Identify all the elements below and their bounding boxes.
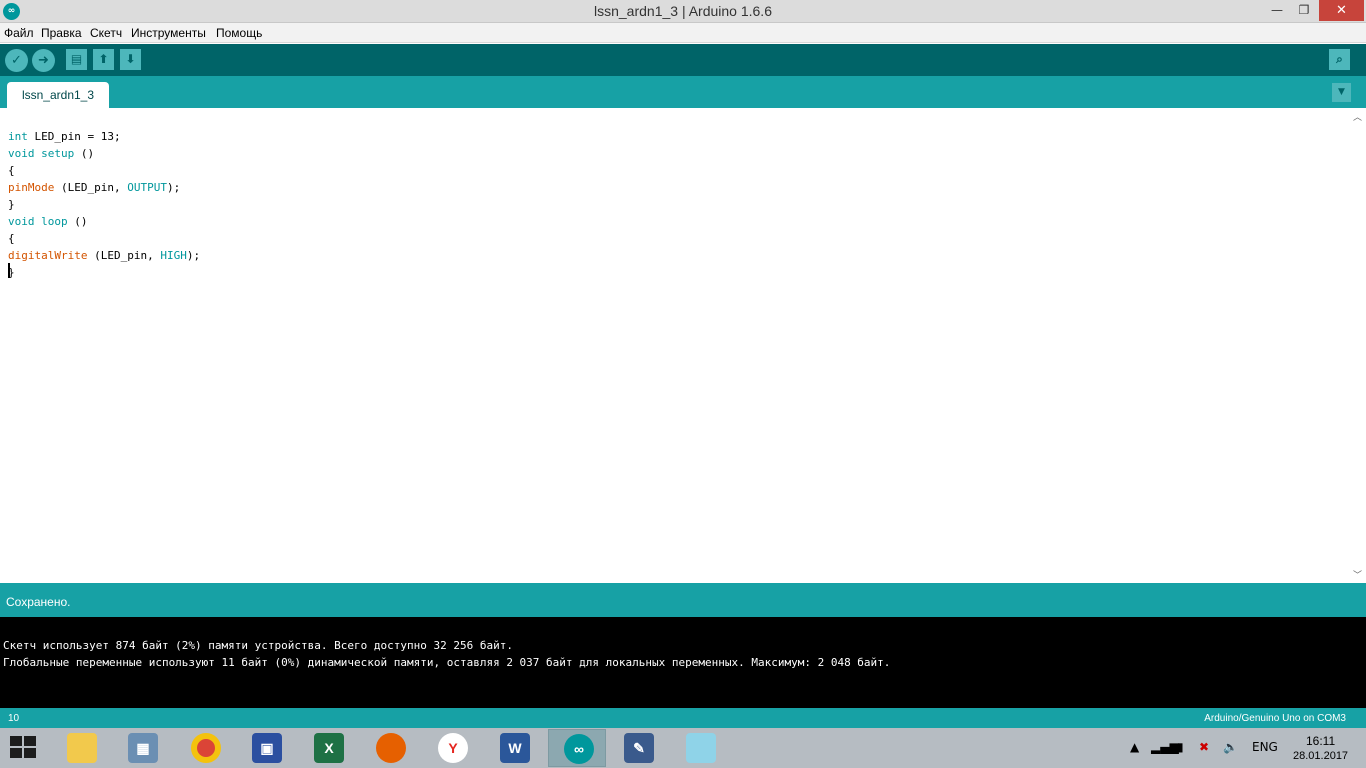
console-output[interactable]: Скетч использует 874 байт (2%) памяти ус… — [0, 617, 1366, 708]
code-line-1: int LED_pin = 13; — [8, 130, 121, 143]
battery-icon[interactable]: ▮ — [1177, 740, 1184, 754]
status-bar: Сохранено. — [0, 583, 1366, 617]
tab-bar: lssn_ardn1_3 ▼ — [0, 76, 1366, 108]
open-icon[interactable]: ⬆ — [93, 49, 114, 70]
board-info: Arduino/Genuino Uno on COM3 — [1204, 713, 1346, 724]
taskbar-firefox[interactable] — [361, 729, 419, 767]
new-icon[interactable]: ▤ — [66, 49, 87, 70]
clock-date[interactable]: 28.01.2017 — [1293, 750, 1348, 762]
menu-sketch[interactable]: Скетч — [90, 26, 122, 40]
taskbar-paint[interactable]: ✎ — [609, 729, 667, 767]
editor-scrollbar[interactable]: ︿ ﹀ — [1349, 108, 1366, 583]
volume-icon[interactable]: 🔈 — [1223, 740, 1238, 754]
window-title: lssn_ardn1_3 | Arduino 1.6.6 — [594, 3, 772, 19]
network-error-icon[interactable]: ✖ — [1199, 740, 1209, 754]
chrome-icon — [191, 733, 221, 763]
code-editor[interactable]: int LED_pin = 13; void setup () { pinMod… — [0, 108, 1366, 583]
menu-tools[interactable]: Инструменты — [131, 26, 206, 40]
footer-bar: 10 Arduino/Genuino Uno on COM3 — [0, 708, 1366, 728]
code-line-6: void loop () — [8, 215, 88, 228]
firefox-icon — [376, 733, 406, 763]
paint-icon: ✎ — [624, 733, 654, 763]
tray-expand-icon[interactable]: ▲ — [1130, 740, 1139, 754]
calculator-icon: ▦ — [128, 733, 158, 763]
code-line-7: { — [8, 232, 15, 245]
code-line-4: pinMode (LED_pin, OUTPUT); — [8, 181, 181, 194]
menu-bar: Файл Правка Скетч Инструменты Помощь — [0, 23, 1366, 43]
code-line-3: { — [8, 164, 15, 177]
taskbar-chrome[interactable] — [176, 729, 234, 767]
upload-icon[interactable]: ➜ — [32, 49, 55, 72]
line-number: 10 — [8, 713, 20, 724]
save-icon[interactable]: ⬇ — [120, 49, 141, 70]
signal-icon[interactable]: ▂▄▆ — [1151, 740, 1179, 754]
language-indicator[interactable]: ENG — [1252, 740, 1278, 754]
notepad-icon — [686, 733, 716, 763]
menu-file[interactable]: Файл — [4, 26, 34, 40]
menu-edit[interactable]: Правка — [41, 26, 82, 40]
code-text: int LED_pin = 13; void setup () { pinMod… — [8, 111, 200, 298]
taskbar-calculator[interactable]: ▦ — [113, 729, 171, 767]
title-bar: ∞ lssn_ardn1_3 | Arduino 1.6.6 — ❐ ✕ — [0, 0, 1366, 23]
explorer-icon — [67, 733, 97, 763]
tab-menu-chevron-down-icon[interactable]: ▼ — [1332, 83, 1351, 102]
minimize-button[interactable]: — — [1262, 0, 1292, 21]
windows-start-icon[interactable] — [10, 736, 38, 760]
code-line-8: digitalWrite (LED_pin, HIGH); — [8, 249, 201, 262]
word-icon: W — [500, 733, 530, 763]
excel-icon: X — [314, 733, 344, 763]
console-line-2: Глобальные переменные используют 11 байт… — [3, 656, 891, 669]
verify-icon[interactable]: ✓ — [5, 49, 28, 72]
console-line-1: Скетч использует 874 байт (2%) памяти ус… — [3, 639, 513, 652]
taskbar-arduino[interactable]: ∞ — [548, 729, 606, 767]
taskbar-save-disk[interactable]: ▣ — [237, 729, 295, 767]
maximize-button[interactable]: ❐ — [1291, 0, 1317, 21]
taskbar-notepad[interactable] — [671, 729, 729, 767]
menu-help[interactable]: Помощь — [216, 26, 262, 40]
yandex-icon: Y — [438, 733, 468, 763]
taskbar-yandex[interactable]: Y — [423, 729, 481, 767]
clock-time[interactable]: 16:11 — [1306, 734, 1335, 748]
arduino-icon: ∞ — [564, 734, 594, 764]
tab-sketch[interactable]: lssn_ardn1_3 — [7, 82, 109, 108]
save-disk-icon: ▣ — [252, 733, 282, 763]
status-message: Сохранено. — [6, 595, 71, 609]
scroll-up-icon[interactable]: ︿ — [1353, 110, 1362, 123]
taskbar: ▦ ▣ X Y W ∞ ✎ ▲ ▂▄▆ ▮ ✖ 🔈 ENG 16:11 28.0… — [0, 728, 1366, 768]
toolbar: ✓ ➜ ▤ ⬆ ⬇ ⌕ — [0, 44, 1366, 76]
code-line-5: } — [8, 198, 15, 211]
taskbar-explorer[interactable] — [52, 729, 110, 767]
serial-monitor-icon[interactable]: ⌕ — [1329, 49, 1350, 70]
taskbar-word[interactable]: W — [485, 729, 543, 767]
close-button[interactable]: ✕ — [1319, 0, 1364, 21]
text-caret — [8, 263, 10, 278]
taskbar-excel[interactable]: X — [299, 729, 357, 767]
scroll-down-icon[interactable]: ﹀ — [1353, 568, 1362, 581]
code-line-2: void setup () — [8, 147, 95, 160]
